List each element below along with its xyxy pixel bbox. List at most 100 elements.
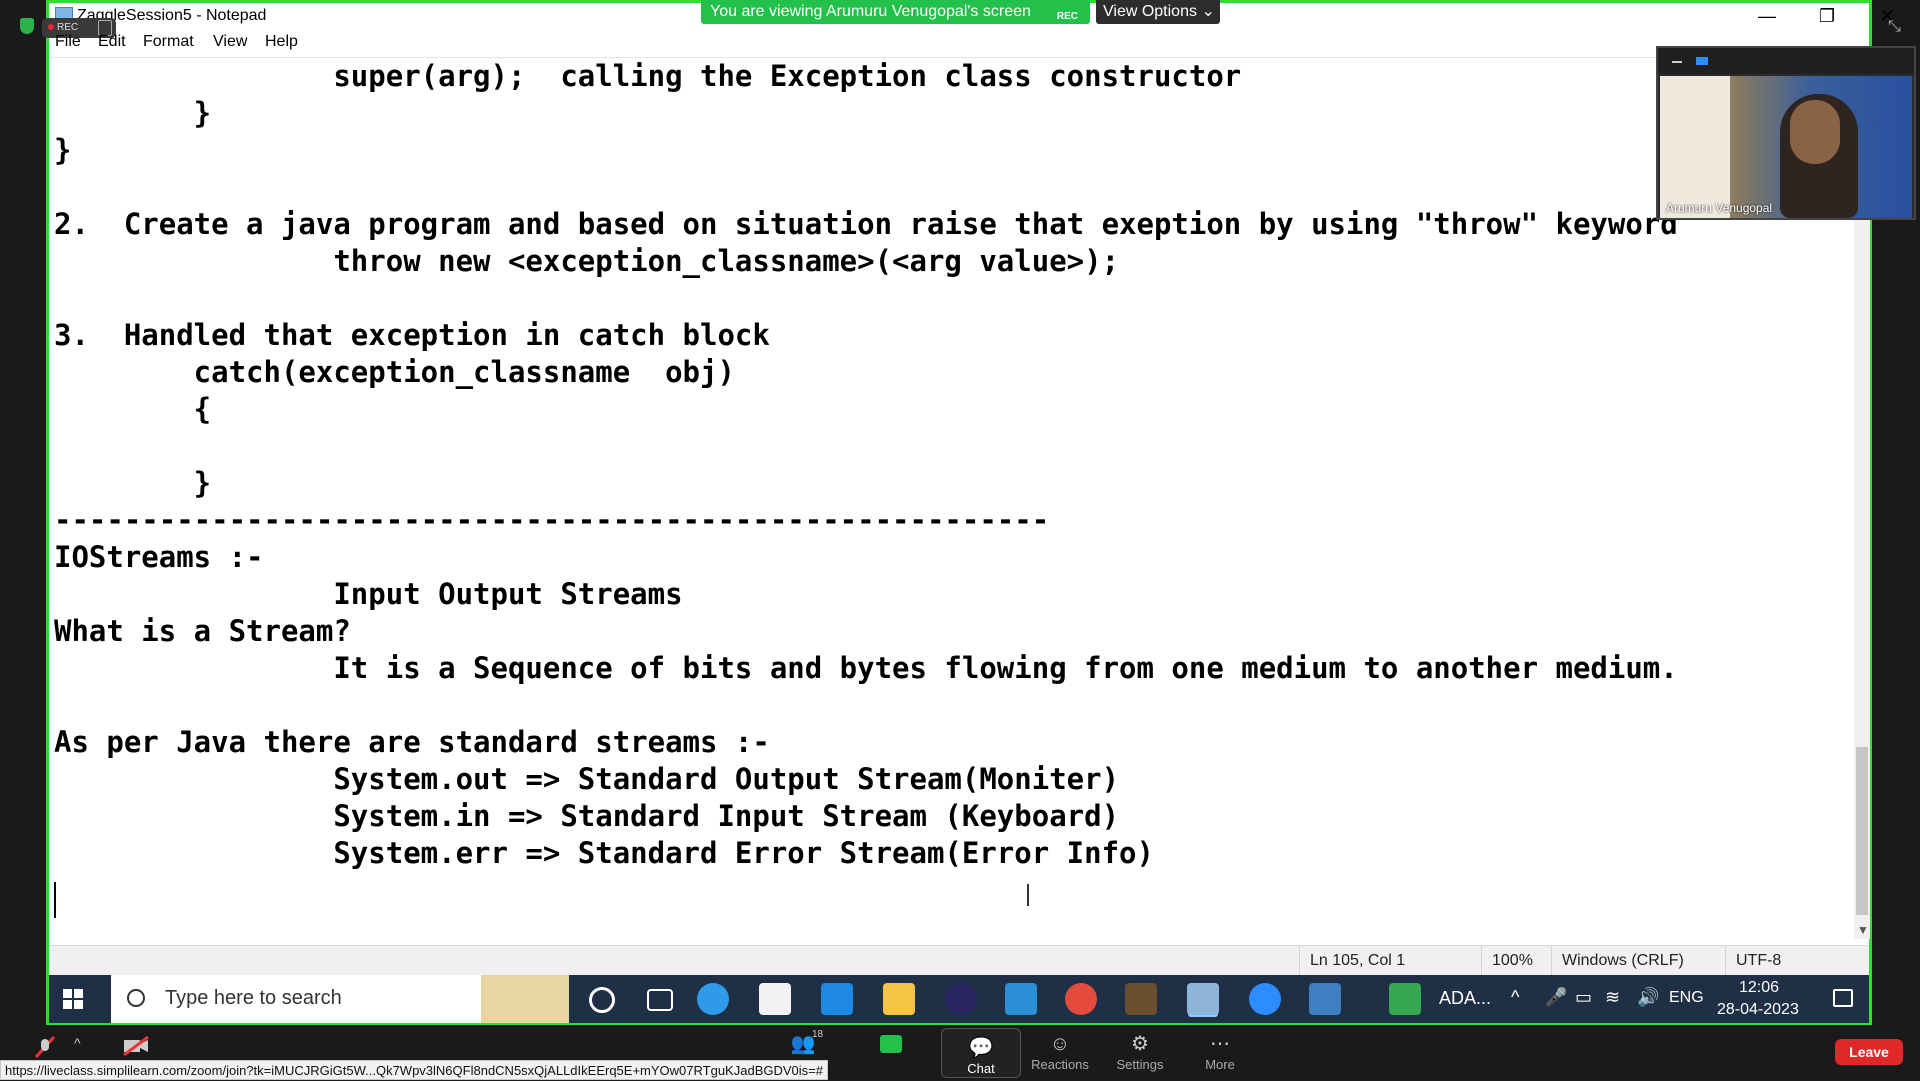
language-indicator[interactable]: ENG xyxy=(1669,989,1704,1007)
audio-options-chevron-icon[interactable]: ^ xyxy=(74,1035,81,1051)
gear-icon: ⚙ xyxy=(1131,1033,1149,1055)
editor-line: System.in => Standard Input Stream (Keyb… xyxy=(54,799,1120,833)
participant-video[interactable]: Arumuru Venugopal xyxy=(1656,46,1916,220)
menu-format[interactable]: Format xyxy=(143,33,194,51)
video-view-icon[interactable] xyxy=(1696,57,1708,65)
participants-count: 18 xyxy=(812,1029,824,1040)
cortana-icon[interactable] xyxy=(589,987,615,1013)
game-app-icon[interactable] xyxy=(1125,983,1157,1015)
participants-icon: 👥 xyxy=(790,1033,816,1055)
text-editor[interactable]: super(arg); calling the Exception class … xyxy=(49,57,1857,938)
close-button[interactable]: ✕ xyxy=(1857,3,1917,29)
stop-video-icon[interactable] xyxy=(122,1035,149,1057)
banner-rec-label: REC xyxy=(1056,11,1078,22)
chat-icon: 💬 xyxy=(968,1037,994,1059)
editor-line: } xyxy=(54,96,212,130)
windows-taskbar: Type here to search ADA... ^ 🎤 ▭ ≋ 🔊 ENG… xyxy=(49,975,1869,1023)
settings-button[interactable]: ⚙ Settings xyxy=(1101,1025,1179,1080)
notification-icon[interactable] xyxy=(1833,989,1853,1007)
task-view-icon[interactable] xyxy=(647,989,673,1011)
microphone-icon[interactable]: 🎤 xyxy=(1545,987,1567,1008)
menu-edit[interactable]: Edit xyxy=(98,33,126,51)
taskbar-app-label[interactable]: ADA... xyxy=(1439,988,1491,1009)
video-header xyxy=(1658,48,1914,74)
chrome-icon[interactable] xyxy=(1065,983,1097,1015)
mute-microphone-icon[interactable] xyxy=(32,1035,58,1059)
menu-view[interactable]: View xyxy=(213,33,247,51)
scroll-down-icon[interactable]: ▼ xyxy=(1857,923,1869,937)
participant-name: Arumuru Venugopal xyxy=(1666,201,1773,215)
restore-button[interactable]: ❐ xyxy=(1797,3,1857,29)
editor-line: 3. Handled that exception in catch block xyxy=(54,318,770,352)
chat-button[interactable]: 💬 Chat xyxy=(941,1028,1021,1078)
share-screen-icon[interactable] xyxy=(880,1035,902,1053)
vscode-icon[interactable] xyxy=(1005,983,1037,1015)
editor-line: 2. Create a java program and based on si… xyxy=(54,207,1678,241)
search-highlight-image xyxy=(481,975,569,1023)
clock-date[interactable]: 28-04-2023 xyxy=(1717,1001,1799,1019)
clock-time[interactable]: 12:06 xyxy=(1739,979,1779,997)
reactions-icon: ☺ xyxy=(1049,1033,1071,1055)
minimize-button[interactable]: — xyxy=(1737,3,1797,29)
background-shelf xyxy=(1660,76,1730,218)
zoom-icon[interactable] xyxy=(1249,983,1281,1015)
ibeam-cursor-icon xyxy=(1027,884,1029,906)
minimize-video-icon[interactable] xyxy=(1672,61,1682,63)
video-feed: Arumuru Venugopal xyxy=(1660,76,1912,218)
photos-icon[interactable] xyxy=(1309,983,1341,1015)
editor-line: What is a Stream? xyxy=(54,614,351,648)
notepad-taskbar-icon[interactable] xyxy=(1187,983,1219,1015)
editor-line: throw new <exception_classname>(<arg val… xyxy=(54,244,1120,278)
editor-line: { xyxy=(54,392,212,426)
chart-app-icon[interactable] xyxy=(1389,983,1421,1015)
left-strip xyxy=(0,0,46,1025)
chevron-down-icon: ⌄ xyxy=(1201,3,1215,20)
scrollbar-thumb[interactable] xyxy=(1856,747,1868,915)
cursor-position: Ln 105, Col 1 xyxy=(1299,946,1480,976)
editor-line: IOStreams :- xyxy=(54,540,264,574)
reactions-button[interactable]: ☺ Reactions xyxy=(1021,1025,1099,1080)
status-bar: Ln 105, Col 1 100% Windows (CRLF) UTF-8 xyxy=(49,945,1869,976)
taskbar-search[interactable]: Type here to search xyxy=(111,975,569,1023)
editor-line: It is a Sequence of bits and bytes flowi… xyxy=(54,651,1678,685)
text-caret xyxy=(54,882,56,918)
editor-line: super(arg); calling the Exception class … xyxy=(54,59,1242,93)
wifi-icon[interactable]: ≋ xyxy=(1605,987,1620,1008)
rec-label: REC xyxy=(57,22,79,33)
editor-line: Input Output Streams xyxy=(54,577,683,611)
encoding: UTF-8 xyxy=(1725,946,1856,976)
editor-line: System.out => Standard Output Stream(Mon… xyxy=(54,762,1120,796)
more-label: More xyxy=(1205,1057,1235,1072)
settings-label: Settings xyxy=(1116,1057,1164,1072)
more-button[interactable]: ⋯ More xyxy=(1181,1025,1259,1080)
battery-icon[interactable]: ▭ xyxy=(1575,987,1592,1008)
view-options-label: View Options xyxy=(1103,3,1197,20)
zoom-level: 100% xyxy=(1481,946,1552,976)
view-options-button[interactable]: View Options ⌄ xyxy=(1096,0,1220,24)
viewing-banner-text: You are viewing Arumuru Venugopal's scre… xyxy=(710,3,1031,20)
editor-line: System.err => Standard Error Stream(Erro… xyxy=(54,836,1154,870)
rec-dot-icon xyxy=(48,24,54,31)
shield-icon xyxy=(20,18,34,34)
more-icon: ⋯ xyxy=(1210,1033,1230,1055)
edge-icon[interactable] xyxy=(697,983,729,1015)
volume-icon[interactable]: 🔊 xyxy=(1637,987,1659,1008)
exit-fullscreen-icon[interactable]: ⤡ xyxy=(1888,18,1901,36)
leave-button[interactable]: Leave xyxy=(1835,1039,1903,1065)
link-url-tooltip: https://liveclass.simplilearn.com/zoom/j… xyxy=(0,1060,828,1080)
search-placeholder: Type here to search xyxy=(165,987,342,1009)
reactions-label: Reactions xyxy=(1031,1057,1089,1072)
menu-file[interactable]: File xyxy=(55,33,81,51)
store-icon[interactable] xyxy=(759,983,791,1015)
viewing-banner: You are viewing Arumuru Venugopal's scre… xyxy=(701,0,1090,24)
chevron-up-icon[interactable]: ^ xyxy=(1511,987,1519,1008)
windows-start-icon[interactable] xyxy=(63,989,83,1009)
file-explorer-icon[interactable] xyxy=(883,983,915,1015)
editor-line: catch(exception_classname obj) xyxy=(54,355,735,389)
line-endings: Windows (CRLF) xyxy=(1551,946,1722,976)
eclipse-icon[interactable] xyxy=(945,983,977,1015)
editor-line: } xyxy=(54,466,212,500)
menu-help[interactable]: Help xyxy=(265,33,298,51)
editor-line: As per Java there are standard streams :… xyxy=(54,725,770,759)
mail-icon[interactable] xyxy=(821,983,853,1015)
